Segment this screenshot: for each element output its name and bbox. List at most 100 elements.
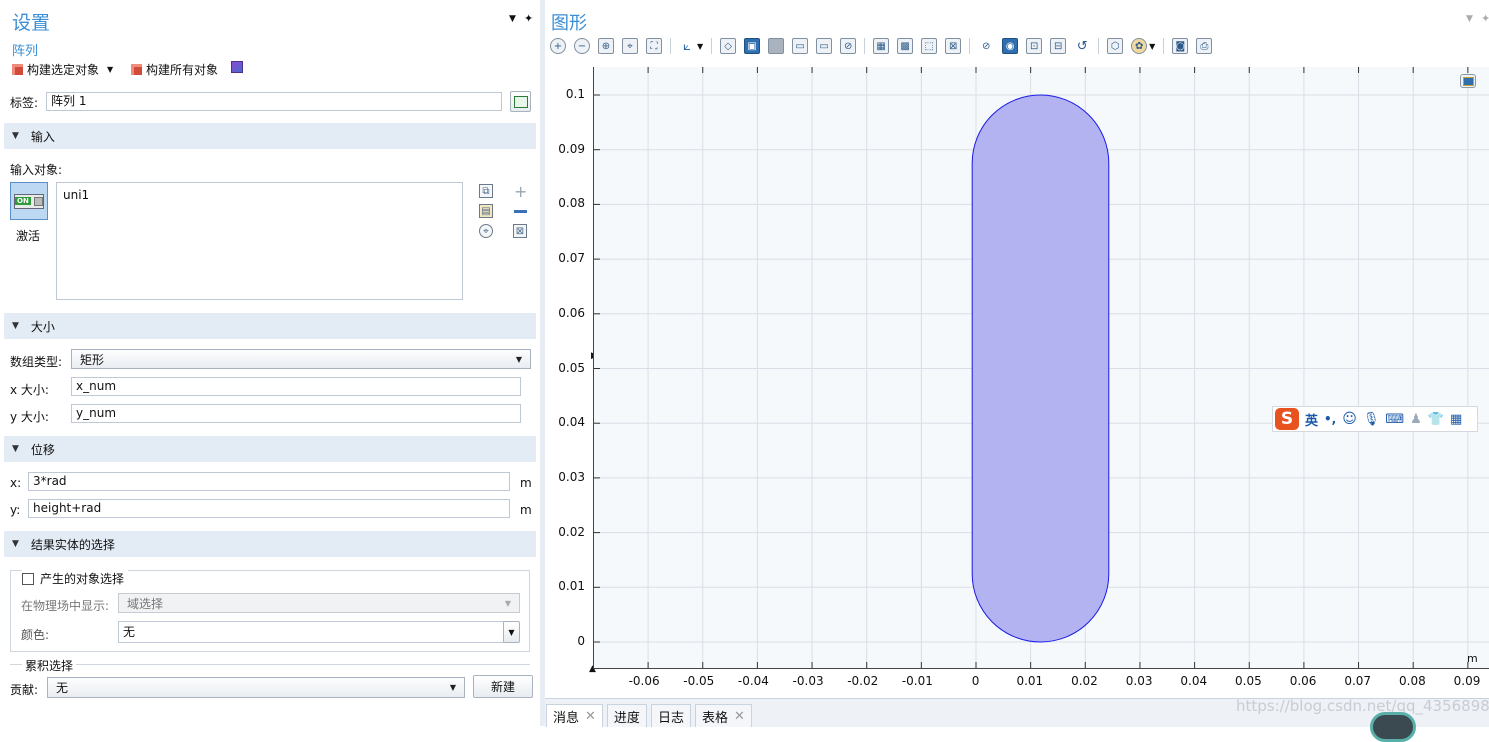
close-icon[interactable]: ✕ [585, 709, 596, 724]
zoom-box-icon[interactable]: ⊕ [598, 38, 614, 54]
color-caption: 颜色: [21, 628, 50, 642]
select-points-icon[interactable]: ▭ [816, 38, 833, 54]
toolbar-separator [711, 38, 713, 54]
deselect-all-icon[interactable]: ▩ [897, 38, 914, 54]
ime-skin-icon[interactable]: 👕 [1428, 412, 1444, 427]
remove-icon[interactable] [514, 210, 527, 213]
axis-orientation-icon[interactable]: ⟀ [679, 38, 695, 54]
input-objects-list[interactable]: uni1 [56, 182, 463, 300]
camera-icon[interactable]: ◙ [1172, 38, 1189, 54]
array-type-value: 矩形 [80, 352, 105, 367]
clear-selection-icon[interactable]: ⊘ [840, 38, 857, 54]
ime-mode-toggle[interactable]: 英 [1305, 410, 1318, 429]
build-selected-dropdown-icon[interactable]: ▼ [107, 65, 113, 74]
settings-panel: 设置 ▼ ✦ 阵列 构建选定对象 ▼ 构建所有对象 标签: 阵列 1 ▼ 输入 … [0, 0, 541, 726]
toolbar-separator [1163, 38, 1165, 54]
activate-toggle[interactable]: ON [10, 182, 48, 220]
geometry-domain-uni1[interactable] [971, 94, 1110, 643]
graphics-menu-chevron-icon[interactable]: ▼ [1466, 14, 1473, 24]
clear-selection-icon[interactable]: ⊠ [513, 224, 527, 238]
show-selected-icon[interactable]: ◉ [1002, 38, 1019, 54]
select-edges-icon[interactable]: ▭ [792, 38, 809, 54]
view-settings-icon[interactable]: ⬡ [1107, 38, 1124, 54]
print-icon[interactable]: ⎙ [1196, 38, 1213, 54]
y-size-field[interactable]: y_num [71, 404, 521, 423]
pin-icon[interactable]: ✦ [524, 12, 533, 25]
tab-messages[interactable]: 消息 ✕ [546, 704, 603, 727]
ime-punctuation-icon[interactable]: •, [1324, 412, 1336, 426]
floating-widget[interactable] [1370, 712, 1416, 742]
x-size-field[interactable]: x_num [71, 377, 521, 396]
x-displacement-caption: x: [10, 476, 22, 490]
label-field[interactable]: 阵列 1 [46, 92, 502, 111]
ime-voice-icon[interactable]: 🎙 [1363, 412, 1380, 427]
ime-user-icon[interactable]: ♟ [1410, 412, 1422, 427]
section-displacement[interactable]: ▼ 位移 [4, 436, 536, 462]
resulting-selection-checkbox[interactable] [22, 572, 34, 585]
ime-menu-icon[interactable]: ▦ [1450, 412, 1462, 427]
deselect-box-icon[interactable]: ⊠ [945, 38, 962, 54]
ime-logo-icon[interactable]: S [1275, 408, 1299, 430]
section-selection-title: 结果实体的选择 [30, 537, 115, 552]
pin-icon[interactable]: ✦ [1481, 12, 1489, 25]
reset-icon[interactable]: ↺ [1074, 38, 1090, 54]
label-settings-button[interactable] [510, 91, 531, 112]
x-tick-label: 0.05 [1235, 674, 1262, 688]
panel-menu-chevron-icon[interactable]: ▼ [509, 14, 516, 24]
show-hidden-icon[interactable]: ⊡ [1026, 38, 1043, 54]
reset-hiding-icon[interactable]: ⊟ [1050, 38, 1067, 54]
tab-messages-label: 消息 [553, 710, 580, 726]
plot-svg[interactable] [594, 67, 1489, 668]
build-selected-button[interactable]: 构建选定对象 ▼ [12, 61, 113, 78]
add-icon[interactable]: + [514, 182, 527, 201]
list-item[interactable]: uni1 [57, 183, 462, 207]
color-field[interactable]: 无 [118, 621, 504, 643]
paste-icon[interactable]: ▤ [479, 204, 493, 218]
tab-progress[interactable]: 进度 [606, 704, 647, 727]
zoom-selection-icon[interactable]: ⌖ [479, 224, 493, 238]
ime-keyboard-icon[interactable]: ⌨ [1385, 412, 1404, 427]
tab-log[interactable]: 日志 [650, 704, 691, 727]
x-tick-label: 0.07 [1344, 674, 1372, 688]
node-type-label: 阵列 [12, 44, 39, 59]
build-all-button[interactable]: 构建所有对象 [131, 61, 218, 78]
section-size[interactable]: ▼ 大小 [4, 313, 536, 339]
ime-emoji-icon[interactable]: ☺ [1342, 411, 1357, 427]
tab-log-label: 日志 [657, 710, 684, 726]
hide-icon[interactable]: ⊘ [978, 38, 994, 54]
y-unit: m [520, 503, 532, 517]
build-geometry-icon[interactable] [231, 61, 243, 73]
select-all-icon[interactable]: ▦ [873, 38, 890, 54]
select-objects-icon[interactable]: ◇ [720, 38, 737, 54]
resulting-selection-checkbox-row[interactable]: 产生的对象选择 [22, 570, 129, 587]
collapse-icon: ▼ [12, 131, 19, 141]
x-displacement-field[interactable]: 3*rad [28, 472, 510, 491]
zoom-extents-icon[interactable]: ⛶ [646, 38, 662, 54]
build-selected-icon [12, 64, 23, 75]
color-dropdown-button[interactable]: ▼ [503, 621, 520, 643]
chevron-down-icon[interactable]: ▼ [1149, 42, 1155, 51]
select-box-icon[interactable]: ⬚ [921, 38, 938, 54]
ime-toolbar[interactable]: S 英 •, ☺ 🎙 ⌨ ♟ 👕 ▦ [1272, 406, 1478, 432]
bottom-tabs: 消息 ✕ 进度 日志 表格 ✕ [546, 704, 752, 727]
toolbar-separator [969, 38, 971, 54]
section-input[interactable]: ▼ 输入 [4, 123, 536, 149]
select-domains-icon[interactable]: ▣ [744, 38, 761, 54]
view-toggle-icon[interactable] [1460, 74, 1476, 88]
tab-table[interactable]: 表格 ✕ [694, 704, 752, 727]
select-boundaries-icon[interactable] [768, 38, 785, 54]
array-type-select[interactable]: 矩形 ▼ [71, 349, 531, 369]
y-displacement-field[interactable]: height+rad [28, 499, 510, 518]
color-palette-icon[interactable]: ✿ [1131, 38, 1148, 54]
section-selection[interactable]: ▼ 结果实体的选择 [4, 531, 536, 557]
y-tick-label: 0 [577, 634, 585, 648]
chevron-down-icon[interactable]: ▼ [697, 42, 703, 51]
copy-icon[interactable]: ⧉ [479, 184, 493, 198]
toggle-on-icon: ON [14, 193, 44, 209]
graphics-canvas[interactable] [593, 67, 1489, 669]
zoom-selected-icon[interactable]: ⌖ [622, 38, 638, 54]
divider [10, 664, 530, 665]
close-icon[interactable]: ✕ [734, 709, 745, 724]
activate-caption: 激活 [16, 229, 41, 243]
show-in-physics-caption: 在物理场中显示: [21, 599, 110, 613]
